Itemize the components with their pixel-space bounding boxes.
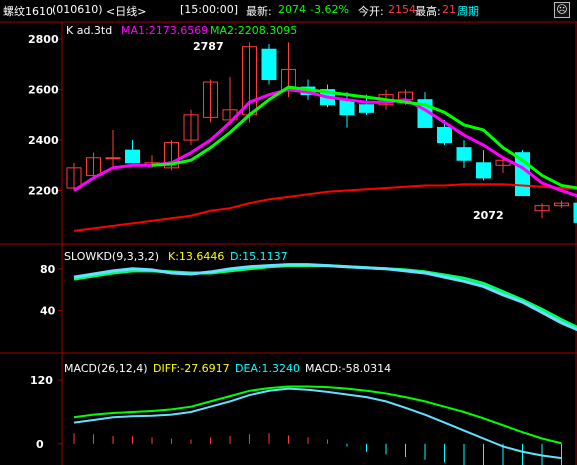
- macd-dea-label: DEA:1.3240: [235, 362, 300, 375]
- y-tick-label: 120: [30, 374, 53, 387]
- macd-diff-label: DIFF:-27.6917: [153, 362, 230, 375]
- ma3-line: [73, 183, 577, 232]
- kd-k-line: [73, 263, 577, 332]
- candle-body: [339, 99, 355, 116]
- kline-chart: 2200 2400 2600 2800 40 80 0 120 K ad.3td MA1:…: [0, 21, 577, 465]
- kd-panel: 40 80: [40, 263, 577, 332]
- y-tick-label: 2200: [28, 185, 59, 198]
- macd-value-label: MACD:-58.0314: [305, 362, 391, 375]
- low-mark: 2072: [473, 209, 504, 222]
- kd-k-label: K:13.6446: [168, 250, 224, 263]
- price-panel: 2200 2400 2600 2800: [28, 33, 577, 232]
- kd-title: SLOWKD(9,3,3,2): [64, 250, 159, 263]
- macd-title: MACD(26,12,4): [64, 362, 148, 375]
- candle-body: [359, 104, 374, 113]
- high-mark: 2787: [193, 40, 224, 53]
- y-tick-label: 40: [40, 304, 56, 317]
- y-tick-label: 80: [40, 263, 56, 276]
- candle-body: [125, 149, 140, 164]
- price-title: K ad.3td: [66, 24, 112, 37]
- ma1-line: [73, 88, 577, 198]
- y-tick-label: 2600: [28, 84, 59, 97]
- ma2-label: MA2:2208.3095: [210, 24, 297, 37]
- candle-body: [105, 157, 121, 160]
- macd-diff-line: [73, 387, 562, 460]
- candle-body: [456, 147, 472, 161]
- kd-d-line: [73, 264, 577, 329]
- y-tick-label: 2400: [28, 134, 59, 147]
- macd-panel: 0 120: [30, 374, 562, 465]
- candle-body: [437, 126, 452, 144]
- candle-body: [476, 162, 491, 179]
- ma1-label: MA1:2173.6569: [121, 24, 208, 37]
- y-tick-label: 0: [36, 438, 44, 451]
- candle-body: [261, 48, 277, 81]
- kd-d-label: D:15.1137: [230, 250, 288, 263]
- y-tick-label: 2800: [28, 33, 59, 46]
